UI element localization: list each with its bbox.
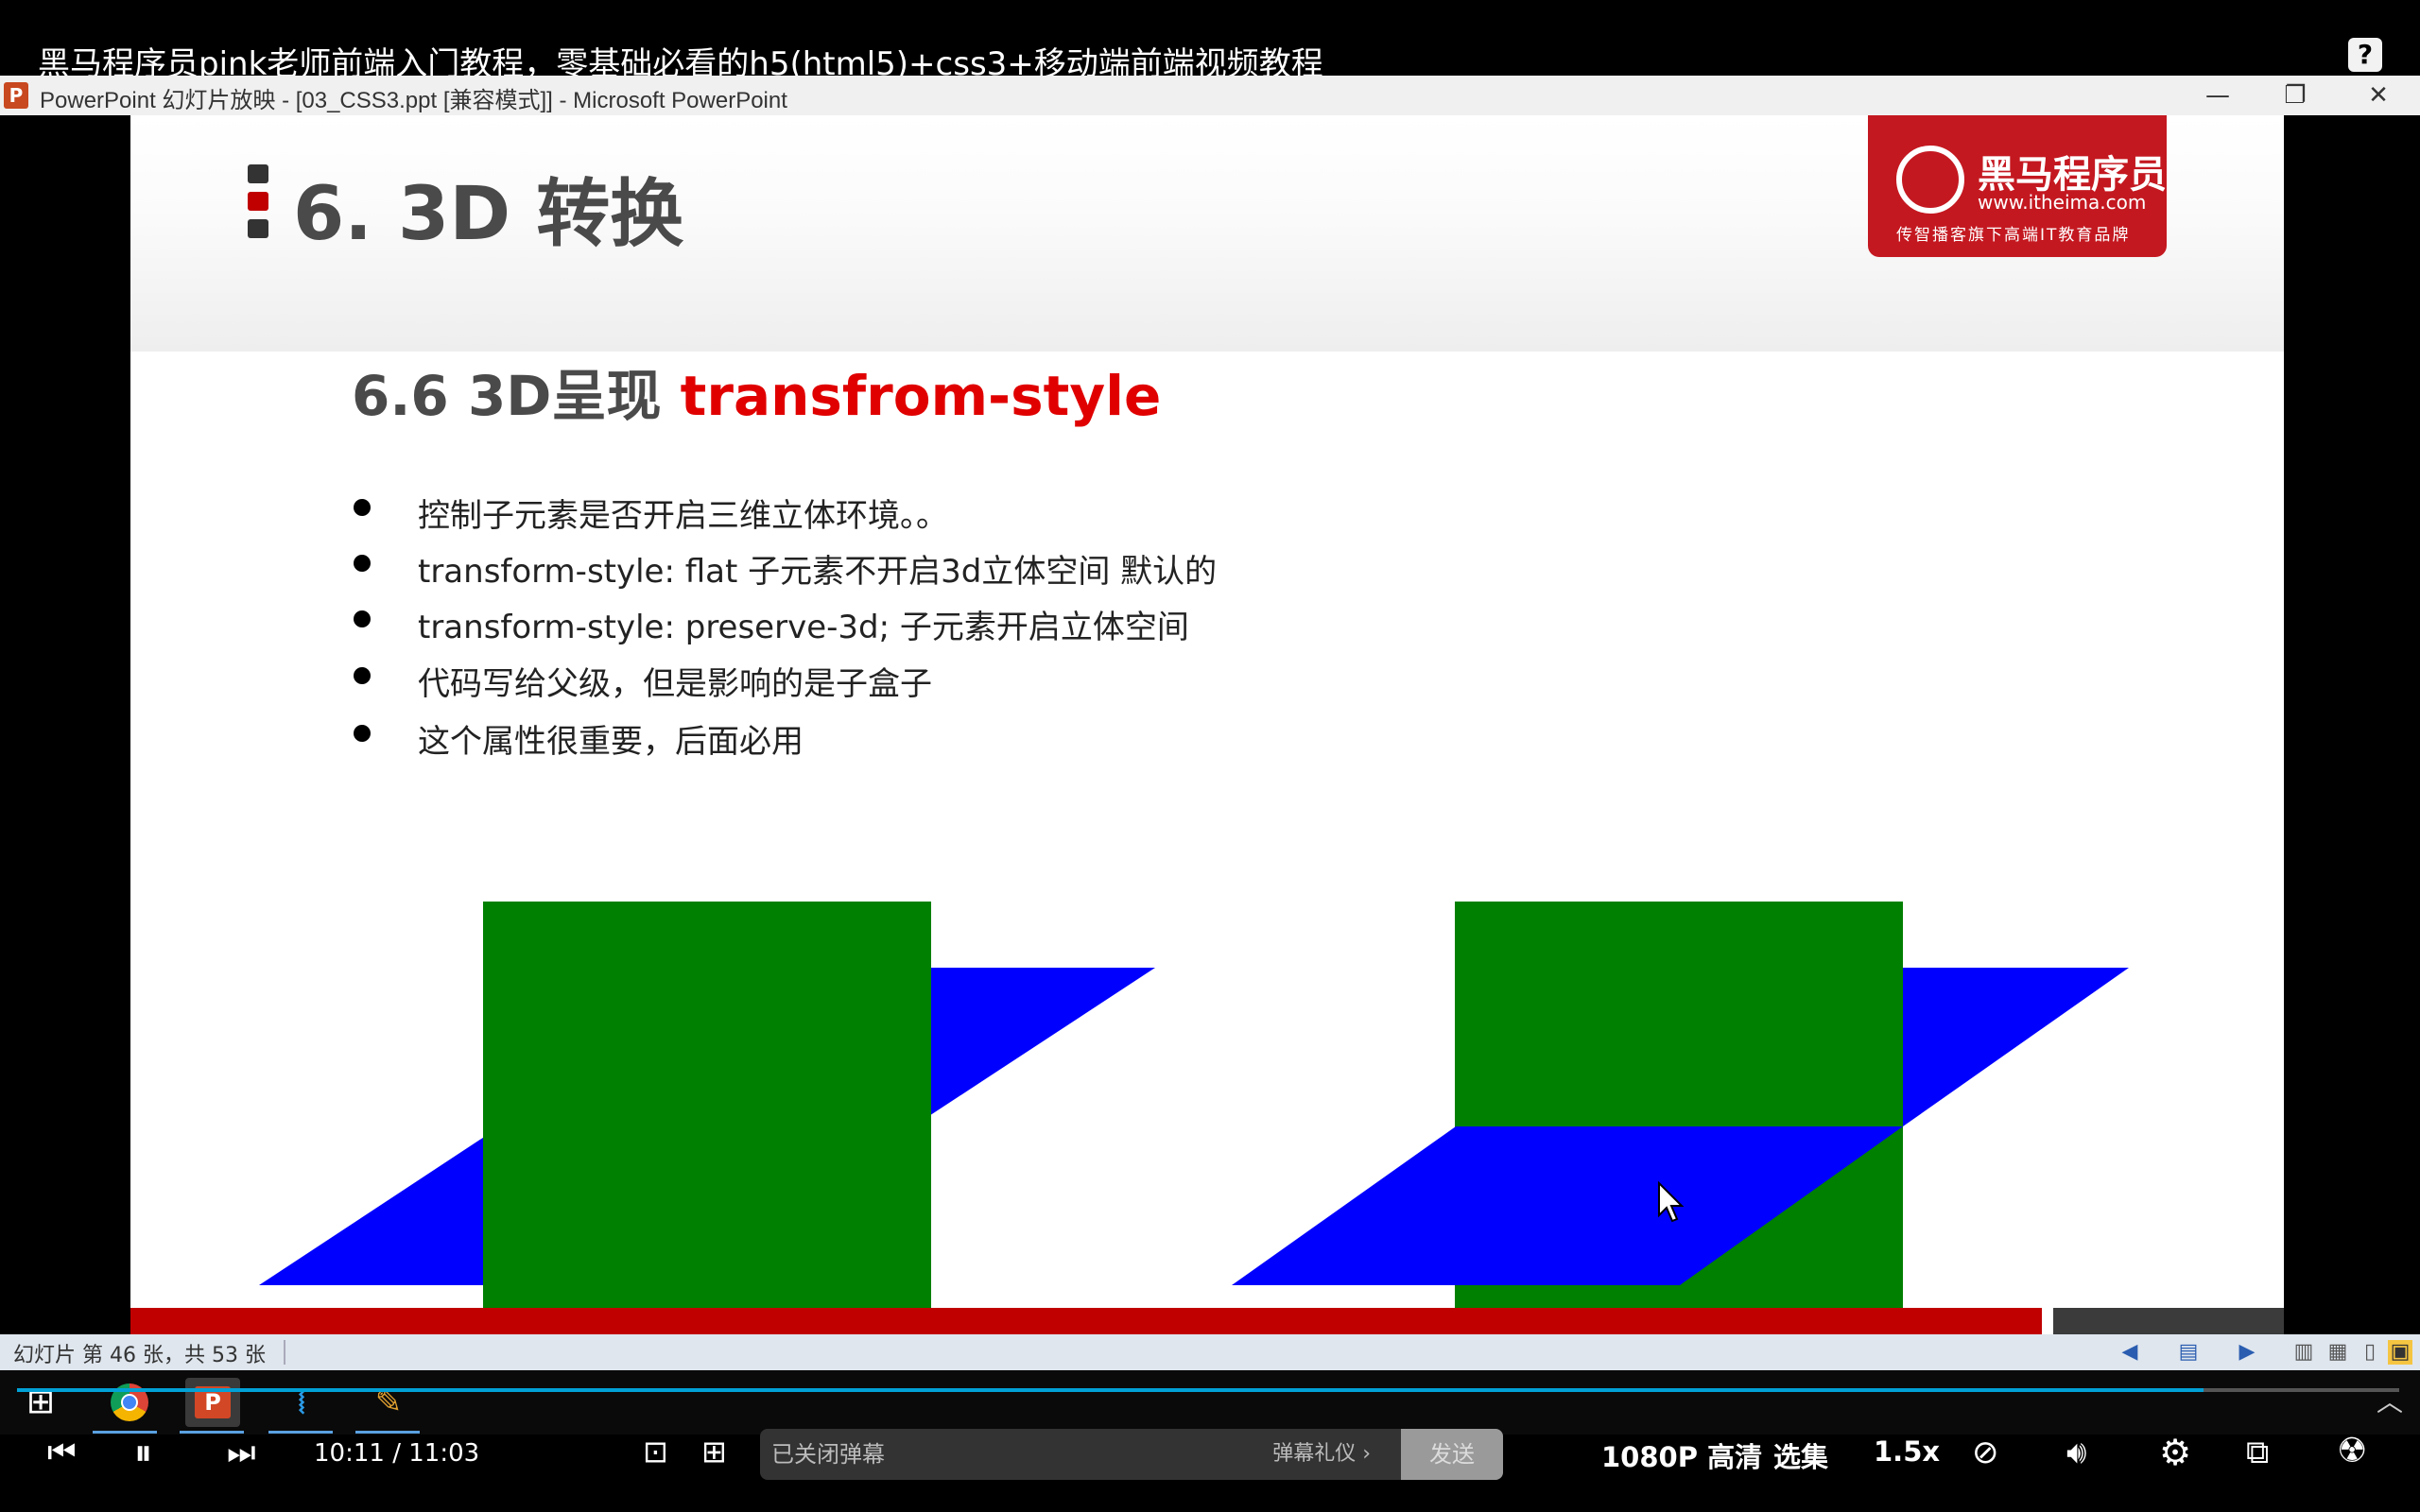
total-time: 11:03 [408, 1439, 480, 1468]
section-marker-icon [248, 164, 268, 238]
video-progress-fill [17, 1388, 2204, 1392]
vscode-icon[interactable]: ⧙ [274, 1378, 329, 1427]
next-slide-icon[interactable]: ▶ [2235, 1340, 2259, 1365]
statusbar-divider [284, 1340, 285, 1365]
ppt-statusbar: 幻灯片 第 46 张，共 53 张 ◀ ▤ ▶ ▥ ▦ ▯ ▣ [0, 1334, 2420, 1370]
video-progress-bar[interactable] [17, 1388, 2399, 1392]
restore-icon[interactable]: ❐ [2267, 77, 2324, 113]
chevron-up-icon[interactable]: ︿ [2377, 1382, 2403, 1419]
ppt-window-titlebar: P PowerPoint 幻灯片放映 - [03_CSS3.ppt [兼容模式]… [0, 76, 2420, 115]
bullet-icon [354, 555, 371, 572]
slide-section-title: 6. 3D 转换 [293, 172, 684, 257]
bullet-text: transform-style: flat 子元素不开启3d立体空间 默认的 [418, 553, 1218, 591]
logo-url: www.itheima.com [1978, 191, 2147, 214]
volume-icon[interactable]: 🔊︎ [2066, 1434, 2086, 1471]
bullet-icon [354, 667, 371, 684]
ppt-window-title: PowerPoint 幻灯片放映 - [03_CSS3.ppt [兼容模式]] … [40, 88, 787, 113]
player-controls: ⏮ ⏸ ⏭ 10:11 / 11:03 ⊡ ⊞ 已关闭弹幕 弹幕礼仪 › 发送 … [0, 1422, 2420, 1488]
slide-sorter-icon[interactable]: ▦ [2325, 1340, 2350, 1365]
current-time: 10:11 [314, 1439, 385, 1468]
danmaku-settings-icon[interactable]: ⊞ [701, 1434, 727, 1469]
heading-highlight: transfrom-style [680, 364, 1162, 428]
pause-icon[interactable]: ⏸ [134, 1432, 152, 1474]
preserve-blue-plane-back [1903, 968, 2129, 1126]
settings-gear-icon[interactable]: ⚙ [2159, 1432, 2191, 1473]
logo-slogan: 传智播客旗下高端IT教育品牌 [1896, 226, 2131, 245]
powerpoint-app-icon: P [4, 82, 28, 109]
normal-view-icon[interactable]: ▥ [2291, 1340, 2316, 1365]
subtitle-off-icon[interactable]: ⊘ [1972, 1434, 1999, 1471]
itheima-logo: 黑马程序员 www.itheima.com 传智播客旗下高端IT教育品牌 [1868, 115, 2167, 257]
windows-start-icon[interactable]: ⊞ [13, 1378, 68, 1427]
slideshow-view-icon[interactable]: ▣ [2388, 1340, 2412, 1365]
slide-heading: 6.6 3D呈现 transfrom-style [352, 352, 1161, 431]
danmaku-toggle-icon[interactable]: ⊡ [643, 1434, 668, 1469]
picture-in-picture-icon[interactable]: ⧉ [2246, 1434, 2269, 1471]
powerpoint-taskbar-icon[interactable]: P [185, 1378, 240, 1427]
help-button[interactable]: ? [2348, 38, 2382, 72]
slide-footer-bar [130, 1308, 2042, 1334]
danmaku-send-button[interactable]: 发送 [1401, 1429, 1503, 1480]
previous-slide-icon[interactable]: ◀ [2118, 1340, 2142, 1365]
next-icon[interactable]: ⏭ [227, 1434, 256, 1471]
reading-view-icon[interactable]: ▯ [2358, 1340, 2382, 1365]
bullet-icon [354, 610, 371, 627]
bullet-text: 这个属性很重要，后面必用 [418, 723, 804, 761]
minimize-icon[interactable]: — [2189, 77, 2246, 113]
slide-counter: 幻灯片 第 46 张，共 53 张 [13, 1344, 266, 1367]
bullet-text: transform-style: preserve-3d; 子元素开启立体空间 [418, 609, 1189, 646]
chrome-icon[interactable] [102, 1378, 157, 1427]
danmaku-input[interactable]: 已关闭弹幕 [771, 1429, 885, 1480]
time-display: 10:11 / 11:03 [314, 1439, 480, 1468]
speed-selector[interactable]: 1.5x [1874, 1435, 1940, 1468]
transform-style-illustration [259, 902, 2129, 1334]
episodes-button[interactable]: 选集 [1773, 1435, 1828, 1475]
danmaku-etiquette-link[interactable]: 弹幕礼仪 › [1272, 1429, 1371, 1480]
quality-selector[interactable]: 1080P 高清 [1601, 1435, 1762, 1475]
bullet-text: 控制子元素是否开启三维立体环境。。 [418, 497, 948, 535]
previous-icon[interactable]: ⏮ [47, 1434, 77, 1471]
danmaku-input-box: 已关闭弹幕 弹幕礼仪 › 发送 [760, 1429, 1503, 1480]
bullet-text: 代码写给父级，但是影响的是子盒子 [418, 665, 932, 703]
pen-tool-icon[interactable]: ✎ [361, 1378, 416, 1427]
slide-menu-icon[interactable]: ▤ [2176, 1340, 2201, 1365]
slide: 6. 3D 转换 黑马程序员 www.itheima.com 传智播客旗下高端I… [130, 115, 2284, 1334]
close-icon[interactable]: ✕ [2350, 77, 2407, 113]
bullet-icon [354, 499, 371, 516]
slide-footer-dark [2053, 1308, 2284, 1334]
bullet-icon [354, 725, 371, 742]
heading-prefix: 6.6 3D呈现 [352, 364, 681, 428]
fullscreen-icon[interactable]: ☢ [2337, 1432, 2367, 1470]
flat-green-box [483, 902, 931, 1334]
logo-circle-icon [1896, 146, 1964, 214]
